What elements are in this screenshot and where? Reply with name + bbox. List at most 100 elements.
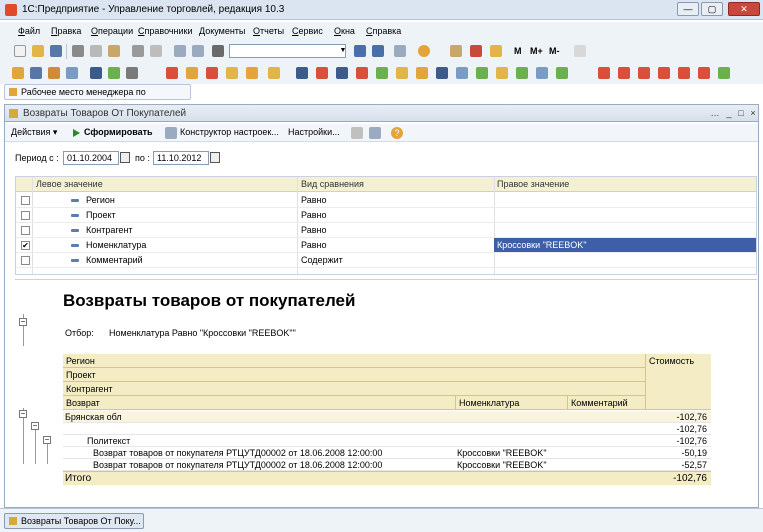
cash-icon[interactable] xyxy=(396,67,408,79)
filter-value[interactable] xyxy=(494,223,756,237)
paste-icon[interactable] xyxy=(108,45,120,57)
print-preview-icon[interactable] xyxy=(150,45,162,57)
price-icon[interactable] xyxy=(376,67,388,79)
order-icon[interactable] xyxy=(456,67,468,79)
menu-catalogs[interactable]: Справочники xyxy=(138,26,193,36)
filter-value[interactable] xyxy=(494,253,756,267)
filter-row[interactable]: ✔ Номенклатура Равно Кроссовки "REEBOK" xyxy=(16,238,756,253)
notes-icon[interactable] xyxy=(490,45,502,57)
filter-value[interactable] xyxy=(494,208,756,222)
reports-icon[interactable] xyxy=(66,67,78,79)
menu-documents[interactable]: Документы xyxy=(199,26,245,36)
excel-icon[interactable] xyxy=(556,67,568,79)
close-button[interactable]: ✕ xyxy=(728,2,760,16)
filter-checkbox[interactable]: ✔ xyxy=(21,241,30,250)
report-4-icon[interactable] xyxy=(658,67,670,79)
calculator-icon[interactable] xyxy=(450,45,462,57)
collapse-icon[interactable]: − xyxy=(31,422,39,430)
manager-workplace-link[interactable]: Рабочее место менеджера по продажам xyxy=(4,84,191,111)
open-folder-icon[interactable] xyxy=(32,45,44,57)
filter-comparison[interactable]: Равно xyxy=(301,210,326,220)
filter-comparison[interactable]: Содержит xyxy=(301,255,343,265)
report-6-icon[interactable] xyxy=(698,67,710,79)
copy-icon[interactable] xyxy=(90,45,102,57)
purchase-icon[interactable] xyxy=(516,67,528,79)
journal-icon[interactable] xyxy=(30,67,42,79)
save-icon[interactable] xyxy=(50,45,62,57)
report-5-icon[interactable] xyxy=(678,67,690,79)
tools-icon[interactable] xyxy=(574,45,586,57)
calendar-to-icon[interactable] xyxy=(210,152,220,163)
search-icon[interactable] xyxy=(212,45,224,57)
report-row[interactable]: Брянская обл -102,76 xyxy=(63,411,711,423)
report-row[interactable]: Политекст -102,76 xyxy=(63,435,711,447)
info-icon[interactable] xyxy=(418,45,430,57)
inventory-icon[interactable] xyxy=(336,67,348,79)
bank-icon[interactable] xyxy=(416,67,428,79)
minimize-button[interactable]: — xyxy=(677,2,699,16)
new-document-icon[interactable] xyxy=(14,45,26,57)
calendar-from-icon[interactable] xyxy=(120,152,130,163)
report-3-icon[interactable] xyxy=(638,67,650,79)
filter-row[interactable]: Проект Равно xyxy=(16,208,756,223)
table-icon[interactable] xyxy=(108,67,120,79)
settings-constructor-button[interactable]: Конструктор настроек... xyxy=(180,127,279,137)
contract-icon[interactable] xyxy=(536,67,548,79)
return-icon[interactable] xyxy=(206,67,218,79)
documents-icon[interactable] xyxy=(12,67,24,79)
menu-file[interactable]: Файл xyxy=(18,26,40,36)
window-close-button[interactable]: × xyxy=(747,107,759,119)
payment-icon[interactable] xyxy=(246,67,258,79)
print-icon[interactable] xyxy=(132,45,144,57)
filter-row[interactable]: Регион Равно xyxy=(16,193,756,208)
memory-button[interactable]: M xyxy=(514,46,522,56)
calendar-icon[interactable] xyxy=(470,45,482,57)
filter-comparison[interactable]: Равно xyxy=(301,225,326,235)
taskbar-report-button[interactable]: Возвраты Товаров От Поку... xyxy=(4,513,144,529)
receipt-icon[interactable] xyxy=(268,67,280,79)
write-off-icon[interactable] xyxy=(316,67,328,79)
col-right-value[interactable]: Правое значение xyxy=(497,179,569,189)
users-icon[interactable] xyxy=(90,67,102,79)
filter-comparison[interactable]: Равно xyxy=(301,240,326,250)
outgoing-icon[interactable] xyxy=(186,67,198,79)
collapse-icon[interactable]: − xyxy=(19,318,27,326)
window-minimize-button[interactable]: _ xyxy=(723,107,735,119)
memory-plus-button[interactable]: M+ xyxy=(530,46,543,56)
filter-value[interactable]: Кроссовки "REEBOK" xyxy=(494,238,756,252)
report-row[interactable]: Возврат товаров от покупателя РТЦУТД0000… xyxy=(63,459,711,471)
menu-service[interactable]: Сервис xyxy=(292,26,323,36)
chart-icon[interactable] xyxy=(126,67,138,79)
filter-checkbox[interactable] xyxy=(21,211,30,220)
memory-minus-button[interactable]: M- xyxy=(549,46,560,56)
save-settings-icon[interactable] xyxy=(351,127,363,139)
filter-checkbox[interactable] xyxy=(21,196,30,205)
settlement-icon[interactable] xyxy=(436,67,448,79)
move-icon[interactable] xyxy=(296,67,308,79)
filter-value[interactable] xyxy=(494,193,756,207)
invoice-icon[interactable] xyxy=(226,67,238,79)
restore-settings-icon[interactable] xyxy=(369,127,381,139)
report-1-icon[interactable] xyxy=(598,67,610,79)
actions-menu-button[interactable]: Действия ▾ xyxy=(11,127,57,138)
goods-icon[interactable] xyxy=(476,67,488,79)
collapse-icon[interactable]: − xyxy=(19,410,27,418)
search-dropdown-icon[interactable]: ▼ xyxy=(338,44,348,58)
help-button[interactable]: ? xyxy=(391,127,403,139)
window-menu-button[interactable]: … xyxy=(709,107,721,119)
undo-icon[interactable] xyxy=(174,45,186,57)
menu-edit[interactable]: Правка xyxy=(51,26,81,36)
filter-comparison[interactable]: Равно xyxy=(301,195,326,205)
sales-icon[interactable] xyxy=(496,67,508,79)
col-comparison[interactable]: Вид сравнения xyxy=(301,179,364,189)
settings-button[interactable]: Настройки... xyxy=(288,127,340,137)
menu-reports[interactable]: Отчеты xyxy=(253,26,284,36)
report-2-icon[interactable] xyxy=(618,67,630,79)
window-list-icon[interactable] xyxy=(394,45,406,57)
filter-checkbox[interactable] xyxy=(21,256,30,265)
filter-row[interactable]: Комментарий Содержит xyxy=(16,253,756,268)
orders-icon[interactable] xyxy=(48,67,60,79)
filter-row[interactable]: Контрагент Равно xyxy=(16,223,756,238)
cut-icon[interactable] xyxy=(72,45,84,57)
period-to-field[interactable]: 11.10.2012 xyxy=(153,151,209,165)
